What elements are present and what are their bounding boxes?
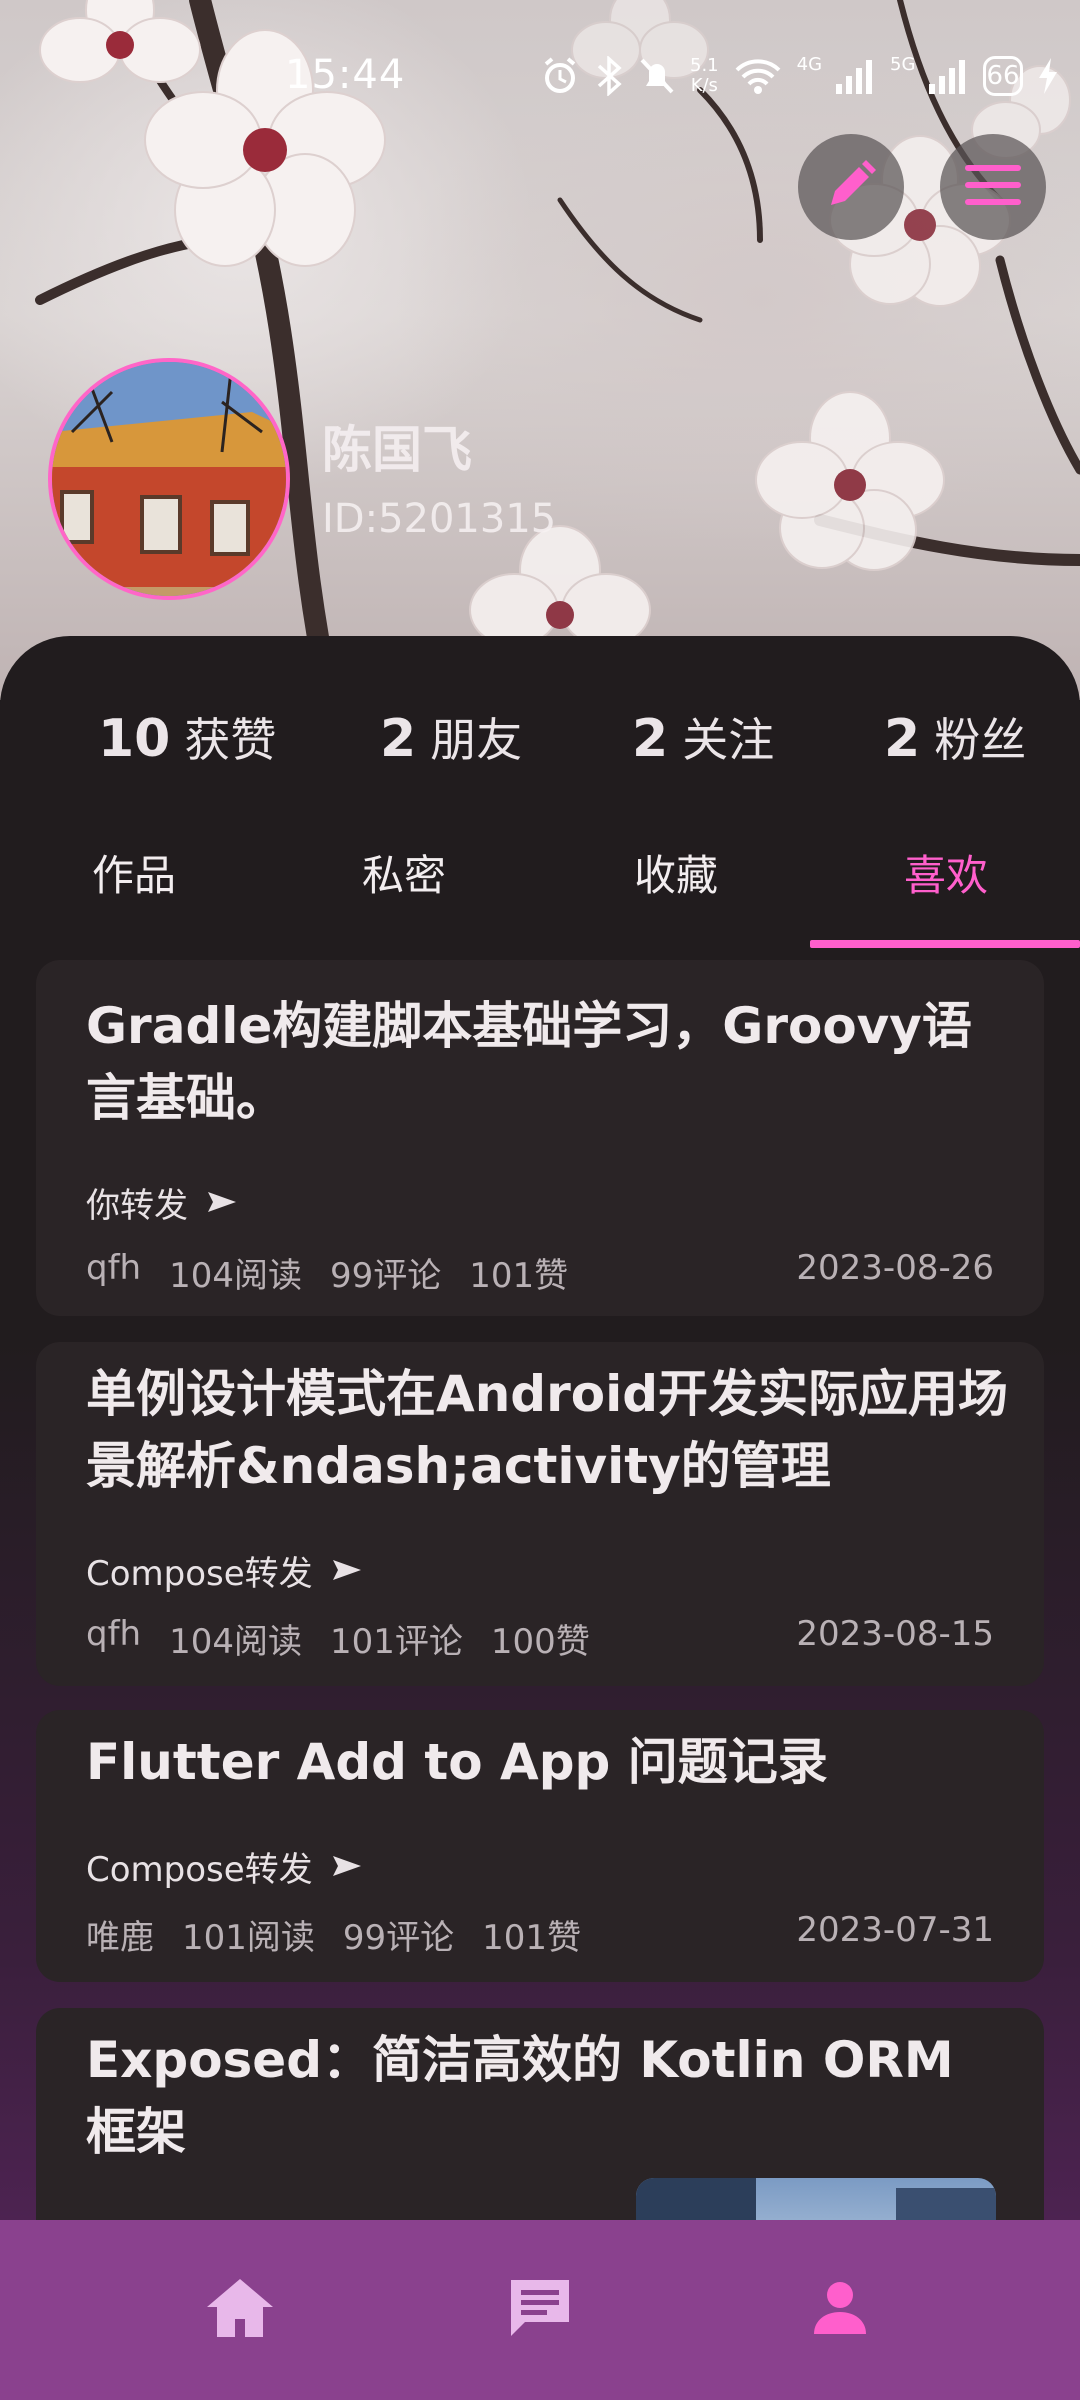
stat-friends[interactable]: 2 朋友 — [380, 704, 522, 770]
stat-number: 2 — [884, 709, 921, 769]
charging-icon — [1037, 54, 1059, 98]
battery-indicator: 66 — [983, 56, 1023, 96]
profile-id: ID:5201315 — [322, 496, 557, 542]
stat-label: 关注 — [682, 713, 775, 767]
content-tabs: 作品 私密 收藏 喜欢 — [0, 812, 1080, 942]
article-comments: 99评论 — [330, 1256, 442, 1296]
profile-screen: 15:44 5.1 K/s 4G 5G 66 陈国飞 ID:5201315 10… — [0, 0, 1080, 2400]
stat-following[interactable]: 2 关注 — [632, 704, 774, 770]
article-title: Flutter Add to App 问题记录 — [86, 1733, 828, 1791]
article-reads: 101阅读 — [182, 1918, 315, 1958]
tab-private[interactable]: 私密 — [362, 842, 446, 903]
article-card[interactable]: Gradle构建脚本基础学习，Groovy语言基础。 你转发 qfh 104阅读… — [36, 960, 1044, 1316]
repost-label: Compose转发 — [86, 1850, 313, 1890]
article-author: qfh — [86, 1614, 142, 1654]
tab-works[interactable]: 作品 — [92, 842, 176, 903]
active-tab-indicator — [810, 940, 1080, 948]
stat-label: 粉丝 — [934, 713, 1027, 767]
alarm-icon — [540, 54, 580, 98]
article-likes: 101赞 — [469, 1256, 569, 1296]
repost-info: Compose转发 — [86, 1842, 361, 1891]
article-comments: 99评论 — [342, 1918, 455, 1958]
mute-bell-icon — [638, 54, 676, 98]
article-likes: 101赞 — [482, 1918, 582, 1958]
net-speed-value: 5.1 — [690, 55, 719, 76]
stat-label: 朋友 — [430, 713, 523, 767]
network-4g-label: 4G — [796, 54, 823, 75]
send-arrow-icon — [332, 1551, 361, 1591]
network-speed: 5.1 K/s — [690, 56, 719, 96]
bluetooth-icon — [594, 54, 624, 98]
tab-likes[interactable]: 喜欢 — [904, 842, 988, 903]
article-date: 2023-07-31 — [796, 1910, 994, 1950]
signal-4g-icon — [836, 54, 876, 98]
article-card[interactable]: Flutter Add to App 问题记录 Compose转发 唯鹿 101… — [36, 1710, 1044, 1982]
article-reads: 104阅读 — [169, 1622, 303, 1662]
article-meta: qfh 104阅读 99评论 101赞 2023-08-26 — [86, 1248, 994, 1297]
stat-label: 获赞 — [184, 713, 277, 767]
person-icon — [812, 2280, 868, 2340]
stat-number: 2 — [632, 709, 669, 769]
pencil-icon — [823, 157, 879, 217]
article-title: 单例设计模式在Android开发实际应用场景解析&ndash;activity的… — [86, 1365, 1009, 1495]
status-time: 15:44 — [285, 52, 406, 98]
repost-info: Compose转发 — [86, 1546, 361, 1595]
tab-favorites[interactable]: 收藏 — [634, 842, 718, 903]
network-5g-label: 5G — [890, 54, 916, 75]
profile-name: 陈国飞 — [322, 421, 472, 479]
send-arrow-icon — [208, 1183, 236, 1223]
repost-label: Compose转发 — [86, 1554, 313, 1594]
wifi-icon — [733, 54, 783, 98]
article-likes: 100赞 — [490, 1622, 590, 1662]
status-bar: 15:44 5.1 K/s 4G 5G 66 — [0, 0, 1080, 150]
avatar-image — [52, 362, 286, 596]
nav-profile[interactable] — [790, 2260, 890, 2360]
net-speed-unit: K/s — [690, 75, 718, 96]
article-meta: qfh 104阅读 101评论 100赞 2023-08-15 — [86, 1614, 994, 1663]
article-date: 2023-08-26 — [796, 1248, 994, 1288]
stat-followers[interactable]: 2 粉丝 — [884, 704, 1026, 770]
stat-likes-received[interactable]: 10 获赞 — [98, 704, 276, 770]
stats-row: 10 获赞 2 朋友 2 关注 2 粉丝 — [0, 704, 1080, 784]
status-icons: 5.1 K/s 4G 5G 66 — [540, 52, 1057, 100]
article-reads: 104阅读 — [169, 1256, 303, 1296]
home-icon — [205, 2275, 275, 2345]
stat-number: 2 — [380, 709, 417, 769]
nav-messages[interactable] — [490, 2260, 590, 2360]
article-author: qfh — [86, 1248, 142, 1288]
edit-profile-button[interactable] — [798, 134, 904, 240]
article-title: Gradle构建脚本基础学习，Groovy语言基础。 — [86, 997, 972, 1127]
bottom-navigation — [0, 2220, 1080, 2400]
repost-label: 你转发 — [86, 1186, 188, 1226]
article-author: 唯鹿 — [86, 1918, 154, 1958]
stat-number: 10 — [98, 709, 171, 769]
signal-5g-icon — [929, 54, 969, 98]
menu-button[interactable] — [940, 134, 1046, 240]
send-arrow-icon — [332, 1847, 361, 1887]
repost-info: 你转发 — [86, 1178, 236, 1227]
article-comments: 101评论 — [330, 1622, 463, 1662]
nav-home[interactable] — [190, 2260, 290, 2360]
chat-icon — [507, 2276, 573, 2344]
avatar[interactable] — [48, 358, 290, 600]
article-card[interactable]: 单例设计模式在Android开发实际应用场景解析&ndash;activity的… — [36, 1342, 1044, 1686]
article-date: 2023-08-15 — [796, 1614, 994, 1654]
menu-icon — [965, 161, 1021, 213]
article-meta: 唯鹿 101阅读 99评论 101赞 2023-07-31 — [86, 1910, 994, 1959]
article-title: Exposed：简洁高效的 Kotlin ORM 框架 — [86, 2031, 954, 2161]
